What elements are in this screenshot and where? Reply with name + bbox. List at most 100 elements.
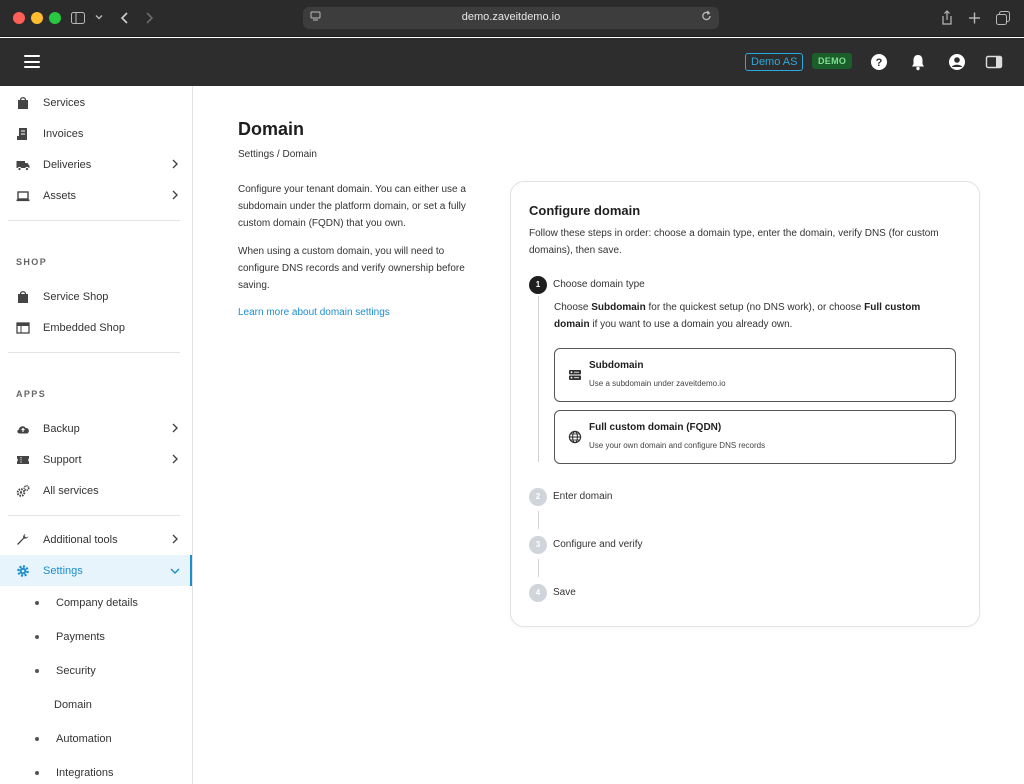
sidebar-item-services[interactable]: Services [0,87,192,118]
step-number: 1 [529,276,547,294]
sidebar-item-label: Deliveries [43,158,92,171]
bullet-icon [35,669,39,673]
configure-domain-card: Configure domain Follow these steps in o… [510,181,980,627]
sidebar-item-service-shop[interactable]: Service Shop [0,281,192,312]
step-number: 2 [529,488,547,506]
share-icon[interactable] [941,9,953,27]
bullet-icon [35,635,39,639]
back-icon[interactable] [119,9,129,27]
svg-text:?: ? [876,57,883,69]
option-title: Full custom domain (FQDN) [589,422,722,433]
chevron-down-icon [170,568,180,574]
sidebar-item-label: Services [43,96,86,109]
sidebar-subitem-label: Domain [54,699,92,711]
sidebar-subitem-payments[interactable]: Payments [0,622,192,652]
ticket-icon [17,456,29,464]
laptop-icon [16,191,30,202]
description-text: Configure your tenant domain. You can ei… [238,184,466,229]
sidebar-item-label: Settings [43,564,83,577]
step-description: Choose Subdomain for the quickest setup … [554,302,921,330]
bullet-icon [35,737,39,741]
sidebar-item-assets[interactable]: Assets [0,180,192,211]
url-text: demo.zaveitdemo.io [461,11,561,23]
new-tab-icon[interactable] [968,9,981,27]
sidebar-item-embedded-shop[interactable]: Embedded Shop [0,312,192,343]
tenant-badge[interactable]: Demo AS [745,53,804,71]
card-title: Configure domain [529,203,641,218]
step-connector [538,511,539,529]
sidebar-item-label: Backup [43,422,80,435]
sidebar-subitem-automation[interactable]: Automation [0,724,192,754]
sidebar-item-settings[interactable]: Settings [0,555,192,586]
sidebar-item-label: All services [43,484,99,497]
sidebar-subitem-company-details[interactable]: Company details [0,588,192,618]
sidebar-item-all-services[interactable]: All services [0,475,192,506]
sidebar: Services Invoices Deliveries Assets SHOP… [0,86,193,784]
option-full-custom-domain[interactable]: Full custom domain (FQDN) Use your own d… [554,410,956,464]
gears-icon [16,484,30,497]
menu-icon[interactable] [24,55,40,68]
sidebar-item-label: Assets [43,189,77,202]
step-label-choose-type[interactable]: Choose domain type [553,279,645,290]
help-icon[interactable]: ? [869,52,889,72]
truck-icon [16,161,30,172]
close-window-button[interactable] [13,12,25,24]
chevron-down-icon[interactable] [95,14,103,20]
wrench-icon [17,534,29,545]
minimize-window-button[interactable] [31,12,43,24]
zoom-window-button[interactable] [49,12,61,24]
sidebar-item-additional-tools[interactable]: Additional tools [0,524,192,555]
description-text: When using a custom domain, you will nee… [238,246,465,291]
bell-icon[interactable] [908,52,928,72]
breadcrumb: Settings / Domain [238,149,317,160]
bullet-icon [35,601,39,605]
server-icon [569,370,581,380]
card-subtitle: Follow these steps in order: choose a do… [529,228,939,256]
user-icon[interactable] [947,52,967,72]
chevron-right-icon [172,534,178,544]
gear-icon [17,565,29,577]
sidebar-item-label: Invoices [43,127,84,140]
section-title-shop: SHOP [16,257,48,267]
invoice-icon [17,128,27,140]
sidebar-item-support[interactable]: Support [0,444,192,475]
sidebar-divider [8,220,180,221]
sidebar-item-label: Embedded Shop [43,321,125,334]
active-indicator [190,555,192,586]
sidebar-subitem-label: Integrations [56,767,114,779]
sidebar-subitem-domain[interactable]: Domain [0,690,192,720]
sidebar-item-invoices[interactable]: Invoices [0,118,192,149]
step-label-save[interactable]: Save [553,587,576,598]
sidebar-subitem-label: Security [56,665,96,677]
step-connector [538,559,539,577]
section-title-apps: APPS [16,389,47,399]
cloud-upload-icon [17,426,29,434]
learn-more-link[interactable]: Learn more about domain settings [238,307,390,318]
sidebar-item-deliveries[interactable]: Deliveries [0,149,192,180]
option-title: Subdomain [589,360,644,371]
option-subtitle: Use a subdomain under zaveitdemo.io [589,379,726,388]
environment-badge: DEMO [812,53,853,69]
sidebar-item-label: Service Shop [43,290,109,303]
panel-toggle-icon[interactable] [984,52,1004,72]
chevron-right-icon [172,454,178,464]
sidebar-toggle-icon[interactable] [71,9,85,27]
globe-icon [568,430,582,444]
sidebar-divider [8,352,180,353]
forward-icon[interactable] [145,9,155,27]
tab-overview-icon[interactable] [996,9,1010,27]
page-title: Domain [238,119,305,139]
bag-icon [18,291,28,303]
step-connector [538,296,539,462]
sidebar-subitem-security[interactable]: Security [0,656,192,686]
address-bar[interactable]: demo.zaveitdemo.io [303,7,719,29]
step-label-configure-verify[interactable]: Configure and verify [553,539,643,550]
option-subdomain[interactable]: Subdomain Use a subdomain under zaveitde… [554,348,956,402]
reload-icon[interactable] [701,10,712,22]
sidebar-divider [8,515,180,516]
sidebar-item-backup[interactable]: Backup [0,413,192,444]
step-label-enter-domain[interactable]: Enter domain [553,491,612,502]
bag-icon [18,97,28,109]
sidebar-item-label: Additional tools [43,533,118,546]
sidebar-subitem-integrations[interactable]: Integrations [0,758,192,784]
